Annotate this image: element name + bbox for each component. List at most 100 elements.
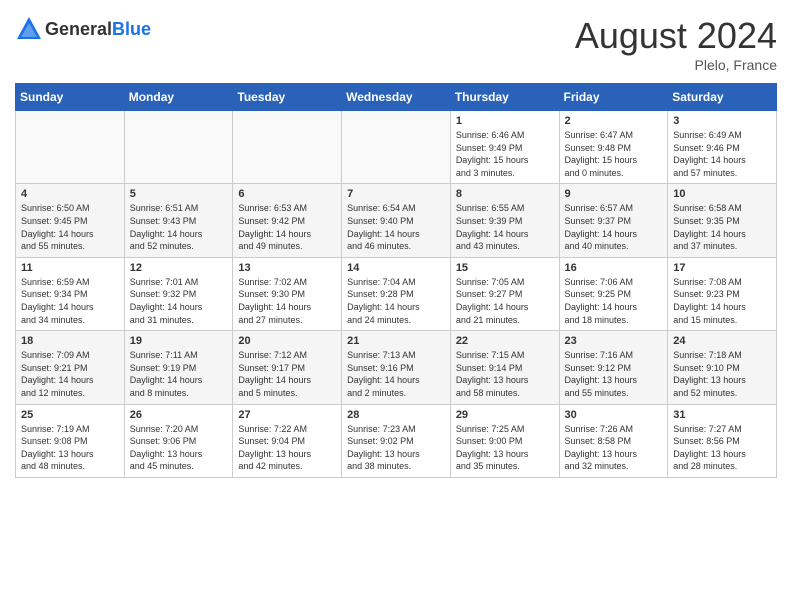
day-info: Sunrise: 7:06 AM Sunset: 9:25 PM Dayligh…: [565, 276, 663, 326]
calendar-cell: 5 Sunrise: 6:51 AM Sunset: 9:43 PM Daylig…: [124, 184, 233, 257]
calendar-cell: 31 Sunrise: 7:27 AM Sunset: 8:56 PM Dayli…: [668, 404, 777, 477]
weekday-header-tuesday: Tuesday: [233, 84, 342, 111]
day-number: 24: [673, 335, 771, 347]
day-info: Sunrise: 7:22 AM Sunset: 9:04 PM Dayligh…: [238, 423, 336, 473]
calendar-cell: 15 Sunrise: 7:05 AM Sunset: 9:27 PM Dayli…: [450, 257, 559, 330]
day-info: Sunrise: 7:12 AM Sunset: 9:17 PM Dayligh…: [238, 349, 336, 399]
calendar-cell: 19 Sunrise: 7:11 AM Sunset: 9:19 PM Dayli…: [124, 331, 233, 404]
calendar-cell: 8 Sunrise: 6:55 AM Sunset: 9:39 PM Daylig…: [450, 184, 559, 257]
calendar-cell: 16 Sunrise: 7:06 AM Sunset: 9:25 PM Dayli…: [559, 257, 668, 330]
weekday-header-thursday: Thursday: [450, 84, 559, 111]
day-number: 15: [456, 262, 554, 274]
day-number: 27: [238, 409, 336, 421]
day-info: Sunrise: 7:13 AM Sunset: 9:16 PM Dayligh…: [347, 349, 445, 399]
weekday-header-wednesday: Wednesday: [342, 84, 451, 111]
day-info: Sunrise: 7:18 AM Sunset: 9:10 PM Dayligh…: [673, 349, 771, 399]
location-label: Plelo, France: [575, 57, 777, 73]
calendar-week-2: 4 Sunrise: 6:50 AM Sunset: 9:45 PM Daylig…: [16, 184, 777, 257]
day-number: 21: [347, 335, 445, 347]
calendar-cell: [342, 111, 451, 184]
day-number: 30: [565, 409, 663, 421]
day-info: Sunrise: 7:04 AM Sunset: 9:28 PM Dayligh…: [347, 276, 445, 326]
day-number: 19: [130, 335, 228, 347]
day-info: Sunrise: 7:26 AM Sunset: 8:58 PM Dayligh…: [565, 423, 663, 473]
calendar-cell: 24 Sunrise: 7:18 AM Sunset: 9:10 PM Dayli…: [668, 331, 777, 404]
calendar-table: SundayMondayTuesdayWednesdayThursdayFrid…: [15, 83, 777, 478]
day-info: Sunrise: 7:05 AM Sunset: 9:27 PM Dayligh…: [456, 276, 554, 326]
calendar-cell: 3Sunrise: 6:49 AM Sunset: 9:46 PM Daylig…: [668, 111, 777, 184]
day-info: Sunrise: 7:01 AM Sunset: 9:32 PM Dayligh…: [130, 276, 228, 326]
calendar-cell: 22 Sunrise: 7:15 AM Sunset: 9:14 PM Dayli…: [450, 331, 559, 404]
day-info: Sunrise: 6:53 AM Sunset: 9:42 PM Dayligh…: [238, 202, 336, 252]
day-number: 14: [347, 262, 445, 274]
day-number: 3: [673, 115, 771, 127]
calendar-cell: [233, 111, 342, 184]
calendar-cell: 26 Sunrise: 7:20 AM Sunset: 9:06 PM Dayli…: [124, 404, 233, 477]
day-number: 12: [130, 262, 228, 274]
day-info: Sunrise: 7:09 AM Sunset: 9:21 PM Dayligh…: [21, 349, 119, 399]
calendar-cell: 28Sunrise: 7:23 AM Sunset: 9:02 PM Dayli…: [342, 404, 451, 477]
day-number: 9: [565, 188, 663, 200]
day-info: Sunrise: 7:15 AM Sunset: 9:14 PM Dayligh…: [456, 349, 554, 399]
calendar-cell: 14 Sunrise: 7:04 AM Sunset: 9:28 PM Dayli…: [342, 257, 451, 330]
calendar-cell: 17Sunrise: 7:08 AM Sunset: 9:23 PM Dayli…: [668, 257, 777, 330]
day-info: Sunrise: 7:25 AM Sunset: 9:00 PM Dayligh…: [456, 423, 554, 473]
day-number: 5: [130, 188, 228, 200]
day-info: Sunrise: 7:19 AM Sunset: 9:08 PM Dayligh…: [21, 423, 119, 473]
day-info: Sunrise: 7:02 AM Sunset: 9:30 PM Dayligh…: [238, 276, 336, 326]
calendar-cell: 27 Sunrise: 7:22 AM Sunset: 9:04 PM Dayli…: [233, 404, 342, 477]
weekday-header-row: SundayMondayTuesdayWednesdayThursdayFrid…: [16, 84, 777, 111]
day-info: Sunrise: 6:58 AM Sunset: 9:35 PM Dayligh…: [673, 202, 771, 252]
day-number: 26: [130, 409, 228, 421]
day-info: Sunrise: 7:20 AM Sunset: 9:06 PM Dayligh…: [130, 423, 228, 473]
calendar-cell: 10 Sunrise: 6:58 AM Sunset: 9:35 PM Dayli…: [668, 184, 777, 257]
day-number: 23: [565, 335, 663, 347]
day-number: 4: [21, 188, 119, 200]
title-block: August 2024 Plelo, France: [575, 15, 777, 73]
page-header: GeneralBlue August 2024 Plelo, France: [15, 15, 777, 73]
day-info: Sunrise: 7:11 AM Sunset: 9:19 PM Dayligh…: [130, 349, 228, 399]
day-info: Sunrise: 6:57 AM Sunset: 9:37 PM Dayligh…: [565, 202, 663, 252]
day-info: Sunrise: 6:51 AM Sunset: 9:43 PM Dayligh…: [130, 202, 228, 252]
calendar-cell: 20 Sunrise: 7:12 AM Sunset: 9:17 PM Dayli…: [233, 331, 342, 404]
weekday-header-sunday: Sunday: [16, 84, 125, 111]
calendar-cell: 1Sunrise: 6:46 AM Sunset: 9:49 PM Daylig…: [450, 111, 559, 184]
calendar-cell: 29Sunrise: 7:25 AM Sunset: 9:00 PM Dayli…: [450, 404, 559, 477]
day-info: Sunrise: 6:55 AM Sunset: 9:39 PM Dayligh…: [456, 202, 554, 252]
calendar-cell: 18 Sunrise: 7:09 AM Sunset: 9:21 PM Dayli…: [16, 331, 125, 404]
day-number: 20: [238, 335, 336, 347]
day-info: Sunrise: 6:47 AM Sunset: 9:48 PM Dayligh…: [565, 129, 663, 179]
day-info: Sunrise: 6:50 AM Sunset: 9:45 PM Dayligh…: [21, 202, 119, 252]
logo: GeneralBlue: [15, 15, 151, 43]
calendar-cell: [124, 111, 233, 184]
logo-blue-text: Blue: [112, 19, 151, 39]
calendar-cell: 12 Sunrise: 7:01 AM Sunset: 9:32 PM Dayli…: [124, 257, 233, 330]
calendar-week-4: 18 Sunrise: 7:09 AM Sunset: 9:21 PM Dayli…: [16, 331, 777, 404]
weekday-header-saturday: Saturday: [668, 84, 777, 111]
day-number: 22: [456, 335, 554, 347]
calendar-cell: 30 Sunrise: 7:26 AM Sunset: 8:58 PM Dayli…: [559, 404, 668, 477]
day-info: Sunrise: 6:46 AM Sunset: 9:49 PM Dayligh…: [456, 129, 554, 179]
calendar-cell: 13Sunrise: 7:02 AM Sunset: 9:30 PM Dayli…: [233, 257, 342, 330]
weekday-header-monday: Monday: [124, 84, 233, 111]
calendar-cell: 7Sunrise: 6:54 AM Sunset: 9:40 PM Daylig…: [342, 184, 451, 257]
day-number: 16: [565, 262, 663, 274]
calendar-cell: [16, 111, 125, 184]
day-number: 31: [673, 409, 771, 421]
day-number: 10: [673, 188, 771, 200]
calendar-cell: 11Sunrise: 6:59 AM Sunset: 9:34 PM Dayli…: [16, 257, 125, 330]
day-info: Sunrise: 6:54 AM Sunset: 9:40 PM Dayligh…: [347, 202, 445, 252]
calendar-week-3: 11Sunrise: 6:59 AM Sunset: 9:34 PM Dayli…: [16, 257, 777, 330]
day-number: 25: [21, 409, 119, 421]
calendar-cell: 21 Sunrise: 7:13 AM Sunset: 9:16 PM Dayli…: [342, 331, 451, 404]
day-info: Sunrise: 7:27 AM Sunset: 8:56 PM Dayligh…: [673, 423, 771, 473]
calendar-cell: 25 Sunrise: 7:19 AM Sunset: 9:08 PM Dayli…: [16, 404, 125, 477]
logo-icon: [15, 15, 43, 43]
month-title: August 2024: [575, 15, 777, 57]
day-number: 8: [456, 188, 554, 200]
day-info: Sunrise: 6:59 AM Sunset: 9:34 PM Dayligh…: [21, 276, 119, 326]
day-number: 17: [673, 262, 771, 274]
calendar-week-5: 25 Sunrise: 7:19 AM Sunset: 9:08 PM Dayli…: [16, 404, 777, 477]
day-number: 18: [21, 335, 119, 347]
calendar-cell: 9 Sunrise: 6:57 AM Sunset: 9:37 PM Daylig…: [559, 184, 668, 257]
